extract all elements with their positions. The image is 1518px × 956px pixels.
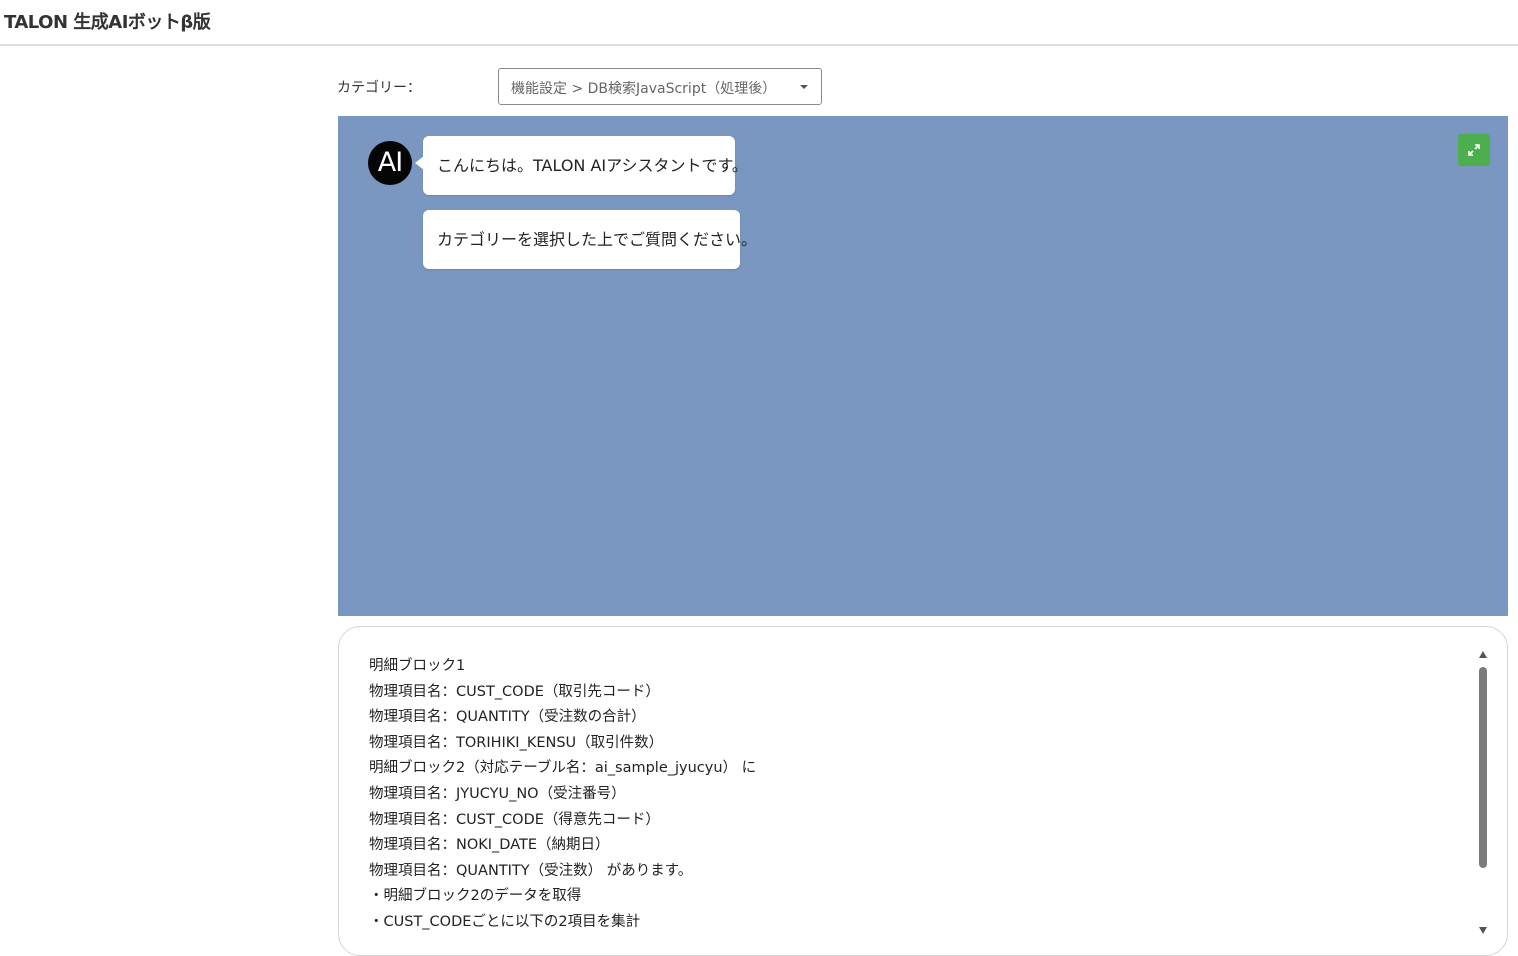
chevron-down-icon <box>800 85 808 89</box>
ai-message-bubble: カテゴリーを選択した上でご質問ください。 <box>423 210 757 269</box>
scrollbar-thumb[interactable] <box>1479 667 1487 868</box>
input-line: 明細ブロック2（対応テーブル名：ai_sample_jyucyu） に <box>369 760 757 777</box>
scroll-up-arrow-icon[interactable] <box>1479 651 1487 658</box>
input-line: 物理項目名：QUANTITY（受注数） があります。 <box>369 862 693 879</box>
input-line: 物理項目名：CUST_CODE（取引先コード） <box>369 683 660 700</box>
ai-message-text: カテゴリーを選択した上でご質問ください。 <box>437 230 758 249</box>
category-label: カテゴリー： <box>337 80 421 96</box>
ai-message-bubble: こんにちは。TALON AIアシスタントです。 <box>415 136 748 195</box>
input-line: 物理項目名：TORIHIKI_KENSU（取引件数） <box>369 734 664 751</box>
app-header: TALON 生成AIボットβ版 <box>0 0 1518 46</box>
input-line: ・明細ブロック2のデータを取得 <box>369 888 582 905</box>
ai-avatar: AI <box>368 141 412 185</box>
input-scrollbar[interactable] <box>1476 647 1490 939</box>
category-select[interactable]: 機能設定 > DB検索JavaScript（処理後） <box>498 68 822 105</box>
scroll-down-arrow-icon[interactable] <box>1479 927 1487 934</box>
app-title: TALON 生成AIボットβ版 <box>4 12 211 33</box>
input-line: ・CUST_CODEごとに以下の2項目を集計 <box>369 913 641 930</box>
expand-chat-button[interactable] <box>1458 134 1490 166</box>
input-line: 物理項目名：QUANTITY（受注数の合計） <box>369 709 646 726</box>
message-input-text[interactable]: 明細ブロック1 物理項目名：CUST_CODE（取引先コード） 物理項目名：QU… <box>369 654 1459 936</box>
bubble-tail <box>415 156 424 170</box>
input-line: 物理項目名：CUST_CODE（得意先コード） <box>369 811 660 828</box>
expand-arrows-icon <box>1468 144 1480 156</box>
chat-area: AI こんにちは。TALON AIアシスタントです。 カテゴリーを選択した上でご… <box>338 116 1508 616</box>
input-line: 物理項目名：NOKI_DATE（納期日） <box>369 837 610 854</box>
message-input-area[interactable]: 明細ブロック1 物理項目名：CUST_CODE（取引先コード） 物理項目名：QU… <box>338 626 1508 956</box>
category-selected-value: 機能設定 > DB検索JavaScript（処理後） <box>511 81 777 97</box>
input-line: 物理項目名：JYUCYU_NO（受注番号） <box>369 785 626 802</box>
ai-message-text: こんにちは。TALON AIアシスタントです。 <box>437 156 748 175</box>
input-line: 明細ブロック1 <box>369 658 466 674</box>
